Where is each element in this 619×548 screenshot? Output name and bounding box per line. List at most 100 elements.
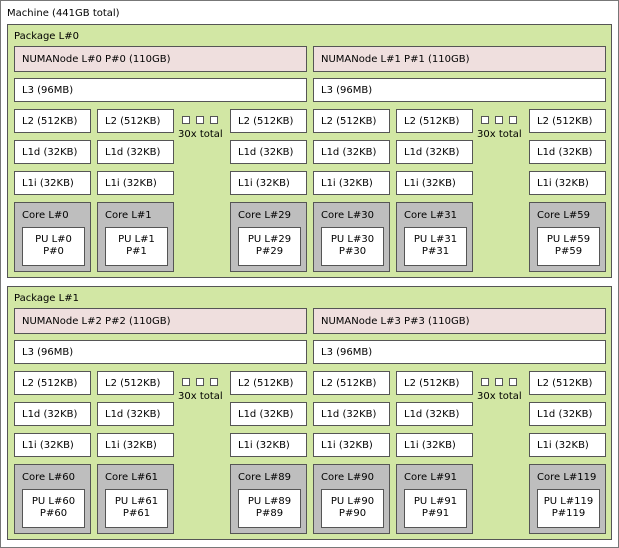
l2-cache-label: L2 (512KB) (22, 116, 78, 127)
pu-box: PU L#90 P#90 (321, 489, 384, 528)
core-label: Core L#60 (22, 472, 75, 483)
core-label: Core L#61 (105, 472, 158, 483)
core-box: Core L#60 PU L#60 P#60 (14, 464, 91, 534)
pu-logical-label: PU L#61 (114, 496, 159, 507)
core-box: Core L#0 PU L#0 P#0 (14, 202, 91, 272)
l1i-cache-box: L1i (32KB) (230, 433, 307, 457)
l1d-cache-box: L1d (32KB) (313, 140, 390, 164)
package-label: Package L#1 (14, 293, 79, 304)
core-box: Core L#30 PU L#30 P#30 (313, 202, 390, 272)
collapsed-cores-indicator[interactable]: 30x total (178, 116, 223, 146)
collapsed-count-label: 30x total (477, 391, 522, 402)
pu-box: PU L#60 P#60 (22, 489, 85, 528)
l1i-cache-box: L1i (32KB) (313, 171, 390, 195)
l2-cache-box: L2 (512KB) (529, 109, 606, 133)
collapsed-square-icon (182, 116, 190, 124)
l1d-cache-label: L1d (32KB) (537, 409, 593, 420)
l1d-cache-label: L1d (32KB) (404, 147, 460, 158)
pu-logical-label: PU L#59 (546, 234, 591, 245)
pu-logical-label: PU L#90 (330, 496, 375, 507)
core-label: Core L#30 (321, 210, 374, 221)
collapsed-square-icon (196, 378, 204, 386)
pu-physical-label: P#91 (421, 508, 450, 519)
collapsed-count-label: 30x total (477, 129, 522, 140)
l1i-cache-box: L1i (32KB) (97, 433, 174, 457)
numa-node-box: NUMANode L#3 P#3 (110GB) (313, 308, 606, 334)
l1d-cache-box: L1d (32KB) (529, 140, 606, 164)
l2-cache-label: L2 (512KB) (321, 116, 377, 127)
l1d-cache-label: L1d (32KB) (105, 409, 161, 420)
collapsed-cores-indicator[interactable]: 30x total (477, 116, 522, 146)
core-box: Core L#31 PU L#31 P#31 (396, 202, 473, 272)
l2-cache-label: L2 (512KB) (238, 116, 294, 127)
l3-cache-label: L3 (96MB) (22, 347, 74, 358)
pu-physical-label: P#1 (126, 246, 147, 257)
core-label: Core L#29 (238, 210, 291, 221)
l1i-cache-label: L1i (32KB) (537, 440, 589, 451)
l3-cache-box: L3 (96MB) (14, 340, 307, 364)
l1d-cache-label: L1d (32KB) (404, 409, 460, 420)
pu-logical-label: PU L#60 (31, 496, 76, 507)
pu-logical-label: PU L#31 (413, 234, 458, 245)
l1i-cache-label: L1i (32KB) (404, 178, 456, 189)
pu-box: PU L#31 P#31 (404, 227, 467, 266)
core-label: Core L#119 (537, 472, 597, 483)
l1d-cache-label: L1d (32KB) (22, 409, 78, 420)
numa-node-label: NUMANode L#1 P#1 (110GB) (321, 54, 470, 65)
pu-logical-label: PU L#89 (247, 496, 292, 507)
l3-cache-label: L3 (96MB) (22, 85, 74, 96)
l2-cache-box: L2 (512KB) (97, 371, 174, 395)
pu-logical-label: PU L#119 (543, 496, 594, 507)
l2-cache-box: L2 (512KB) (14, 371, 91, 395)
collapsed-square-icon (495, 378, 503, 386)
core-box: Core L#61 PU L#61 P#61 (97, 464, 174, 534)
l1i-cache-label: L1i (32KB) (238, 440, 290, 451)
collapsed-square-icon (182, 378, 190, 386)
l3-cache-box: L3 (96MB) (313, 78, 606, 102)
l1d-cache-box: L1d (32KB) (97, 140, 174, 164)
l1d-cache-label: L1d (32KB) (321, 147, 377, 158)
pu-physical-label: P#61 (122, 508, 151, 519)
core-box: Core L#1 PU L#1 P#1 (97, 202, 174, 272)
l2-cache-label: L2 (512KB) (105, 378, 161, 389)
l3-cache-box: L3 (96MB) (313, 340, 606, 364)
l1d-cache-box: L1d (32KB) (14, 402, 91, 426)
l1d-cache-label: L1d (32KB) (105, 147, 161, 158)
collapsed-cores-indicator[interactable]: 30x total (477, 378, 522, 408)
core-label: Core L#91 (404, 472, 457, 483)
collapsed-count-label: 30x total (178, 129, 223, 140)
pu-box: PU L#59 P#59 (537, 227, 600, 266)
package-label: Package L#0 (14, 31, 79, 42)
l1d-cache-box: L1d (32KB) (396, 402, 473, 426)
l3-cache-label: L3 (96MB) (321, 347, 373, 358)
collapsed-square-icon (509, 378, 517, 386)
l1d-cache-box: L1d (32KB) (313, 402, 390, 426)
l1d-cache-box: L1d (32KB) (230, 402, 307, 426)
l1i-cache-label: L1i (32KB) (321, 440, 373, 451)
l2-cache-box: L2 (512KB) (313, 109, 390, 133)
l2-cache-label: L2 (512KB) (537, 378, 593, 389)
pu-logical-label: PU L#91 (413, 496, 458, 507)
numa-node-box: NUMANode L#1 P#1 (110GB) (313, 46, 606, 72)
pu-physical-label: P#90 (338, 508, 367, 519)
core-label: Core L#59 (537, 210, 590, 221)
l1d-cache-box: L1d (32KB) (230, 140, 307, 164)
core-label: Core L#1 (105, 210, 152, 221)
machine-label: Machine (441GB total) (7, 8, 120, 19)
pu-logical-label: PU L#0 (35, 234, 72, 245)
pu-box: PU L#61 P#61 (105, 489, 168, 528)
numa-node-box: NUMANode L#2 P#2 (110GB) (14, 308, 307, 334)
collapsed-square-icon (481, 116, 489, 124)
collapsed-cores-indicator[interactable]: 30x total (178, 378, 223, 408)
l2-cache-box: L2 (512KB) (313, 371, 390, 395)
l3-cache-box: L3 (96MB) (14, 78, 307, 102)
core-box: Core L#59 PU L#59 P#59 (529, 202, 606, 272)
l1i-cache-box: L1i (32KB) (313, 433, 390, 457)
pu-physical-label: P#30 (338, 246, 367, 257)
collapsed-square-icon (210, 116, 218, 124)
l2-cache-label: L2 (512KB) (238, 378, 294, 389)
pu-physical-label: P#60 (39, 508, 68, 519)
collapsed-square-icon (495, 116, 503, 124)
l1i-cache-box: L1i (32KB) (396, 433, 473, 457)
numa-node-label: NUMANode L#2 P#2 (110GB) (22, 316, 171, 327)
